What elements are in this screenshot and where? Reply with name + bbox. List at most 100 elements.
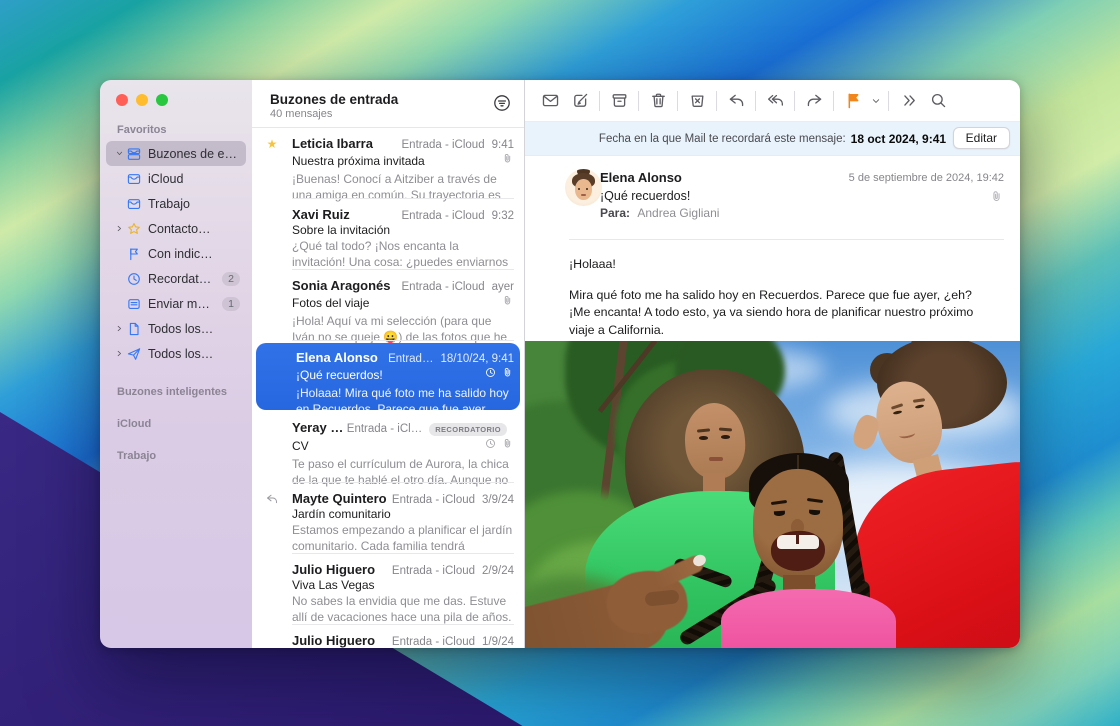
more-icon[interactable] (893, 88, 923, 114)
message-sender: Julio Higuero (292, 633, 392, 648)
message-status-gutter (252, 633, 292, 648)
compose-icon[interactable] (565, 88, 595, 114)
sidebar-item-trabajo[interactable]: Trabajo (106, 191, 246, 216)
reminder-banner-date: 18 oct 2024, 9:41 (851, 132, 946, 146)
sender-avatar[interactable] (565, 169, 602, 206)
message-list-item[interactable]: Yeray Martín Entrada - iCl… RECORDATORIO… (252, 412, 524, 483)
flag-menu-icon[interactable] (868, 88, 884, 114)
message-subject: ¡Qué recuerdos! (296, 368, 484, 382)
message-subject: Sobre la invitación (292, 223, 514, 237)
message-subject: CV (292, 439, 484, 453)
woman-center-tooth-gap (796, 535, 799, 544)
message-mailbox: Entrada - iCl… (347, 423, 422, 435)
paperclip-icon (501, 152, 514, 170)
message-mailbox: Entrada - iCloud (402, 210, 485, 222)
message-date: 5 de septiembre de 2024, 19:42 (849, 172, 1004, 184)
message-list-item[interactable]: Julio Higuero Entrada - iCloud 1/9/24 (252, 625, 524, 648)
desktop-wallpaper: Favoritos Buzones de e… iCloud Trabajo C… (0, 0, 1120, 726)
sidebar-item-send-later[interactable]: Enviar m… 1 (106, 291, 246, 316)
message-preview: ¿Qué tal todo? ¡Nos encanta la invitació… (292, 238, 514, 270)
chevron-right-icon[interactable] (112, 323, 126, 334)
message-list-item[interactable]: Elena Alonso Entrad… 18/10/24, 9:41 ¡Qué… (256, 343, 520, 410)
edit-reminder-button[interactable]: Editar (953, 127, 1010, 149)
message-subject: Jardín comunitario (292, 507, 514, 521)
toolbar-separator (599, 91, 600, 111)
trash-icon[interactable] (643, 88, 673, 114)
message-list-item[interactable]: Xavi Ruiz Entrada - iCloud 9:32 Sobre la… (252, 199, 524, 270)
mail-icon[interactable] (535, 88, 565, 114)
paperclip-icon (501, 437, 514, 455)
send-later-icon (126, 295, 143, 312)
message-time: 1/9/24 (482, 636, 514, 648)
message-status-gutter (252, 207, 292, 270)
mail-tray-icon (126, 170, 143, 187)
sidebar-item-drafts[interactable]: Todos los… (106, 316, 246, 341)
sidebar-item-icloud[interactable]: iCloud (106, 166, 246, 191)
mail-window: Favoritos Buzones de e… iCloud Trabajo C… (100, 80, 1020, 648)
message-list-header: Buzones de entrada 40 mensajes (252, 80, 524, 128)
toolbar-separator (888, 91, 889, 111)
message-list-item[interactable]: Mayte Quintero Entrada - iCloud 3/9/24 J… (252, 483, 524, 554)
message-time: 9:41 (492, 139, 514, 151)
message-status-gutter (252, 562, 292, 625)
chevron-right-icon[interactable] (112, 223, 126, 234)
chevron-right-icon[interactable] (112, 348, 126, 359)
search-icon[interactable] (923, 88, 953, 114)
chevron-down-icon[interactable] (112, 148, 126, 159)
message-status-gutter: ★ (252, 136, 292, 199)
sidebar-item-label: Buzones de e… (148, 147, 240, 161)
message-body: ¡Holaaa!Mira qué foto me ha salido hoy e… (525, 240, 1020, 341)
paperclip-icon (501, 366, 514, 384)
message-subject: Nuestra próxima invitada (292, 154, 501, 168)
sidebar-section-smart-mailboxes[interactable]: Buzones inteligentes (117, 386, 252, 398)
sidebar-item-label: iCloud (148, 172, 240, 186)
message-sender: Leticia Ibarra (292, 136, 402, 151)
message-sender: Yeray Martín (292, 420, 347, 435)
close-button[interactable] (116, 94, 128, 106)
message-time: ayer (492, 281, 514, 293)
message-list-item[interactable]: ★ Leticia Ibarra Entrada - iCloud 9:41 N… (252, 128, 524, 199)
message-rows: ★ Leticia Ibarra Entrada - iCloud 9:41 N… (252, 128, 524, 648)
sidebar-item-label: Con indic… (148, 247, 240, 261)
message-list: Buzones de entrada 40 mensajes ★ Leticia… (252, 80, 525, 648)
sidebar-item-flagged[interactable]: Con indic… (106, 241, 246, 266)
archive-icon[interactable] (604, 88, 634, 114)
message-list-item[interactable]: Sonia Aragonés Entrada - iCloud ayer Fot… (252, 270, 524, 341)
message-mailbox: Entrada - iCloud (402, 139, 485, 151)
junk-icon[interactable] (682, 88, 712, 114)
woman-left-eye (721, 435, 730, 439)
woman-left-lips (709, 457, 723, 461)
sidebar-section-icloud[interactable]: iCloud (117, 418, 252, 430)
sidebar-section-trabajo[interactable]: Trabajo (117, 450, 252, 462)
replied-arrow-icon (265, 492, 279, 506)
star-icon: ★ (267, 137, 278, 199)
message-status-gutter (256, 350, 296, 410)
inbox-stack-icon (126, 145, 143, 162)
sidebar-item-inbox[interactable]: Buzones de e… (106, 141, 246, 166)
message-status-gutter (252, 491, 292, 554)
message-sender: Xavi Ruiz (292, 207, 402, 222)
sidebar-item-sent[interactable]: Todos los… (106, 341, 246, 366)
sidebar-item-reminders[interactable]: Recordat… 2 (106, 266, 246, 291)
minimize-button[interactable] (136, 94, 148, 106)
filter-icon[interactable] (492, 93, 512, 113)
message-list-item[interactable]: Julio Higuero Entrada - iCloud 2/9/24 Vi… (252, 554, 524, 625)
reply-icon[interactable] (721, 88, 751, 114)
message-sender: Elena Alonso (296, 350, 388, 365)
flag-icon[interactable] (838, 88, 868, 114)
document-icon (126, 320, 143, 337)
reminder-clock-icon (484, 437, 497, 455)
reply-all-icon[interactable] (760, 88, 790, 114)
recipient-name[interactable]: Andrea Gigliani (637, 206, 719, 220)
woman-left-eye (699, 436, 708, 440)
message-sender: Sonia Aragonés (292, 278, 402, 293)
forward-icon[interactable] (799, 88, 829, 114)
message-header: Elena Alonso 5 de septiembre de 2024, 19… (525, 156, 1020, 240)
sidebar-item-label: Contacto… (148, 222, 240, 236)
sidebar-item-contacts[interactable]: Contacto… (106, 216, 246, 241)
message-pane: Fecha en la que Mail te recordará este m… (525, 80, 1020, 648)
message-subject: Viva Las Vegas (292, 578, 514, 592)
sidebar: Favoritos Buzones de e… iCloud Trabajo C… (100, 80, 252, 648)
attachment-photo[interactable] (525, 341, 1020, 648)
zoom-button[interactable] (156, 94, 168, 106)
